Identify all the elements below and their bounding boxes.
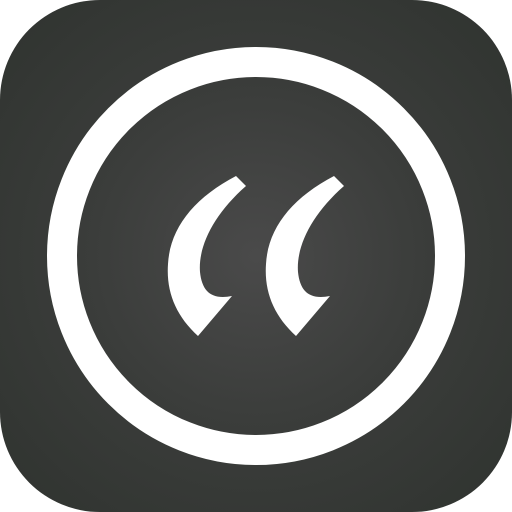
- ring-outline: [47, 47, 465, 465]
- right-quote-mark: [265, 176, 344, 336]
- left-quote-mark: [167, 176, 246, 336]
- app-icon-tile[interactable]: [0, 0, 512, 512]
- quote-icon: [47, 47, 465, 465]
